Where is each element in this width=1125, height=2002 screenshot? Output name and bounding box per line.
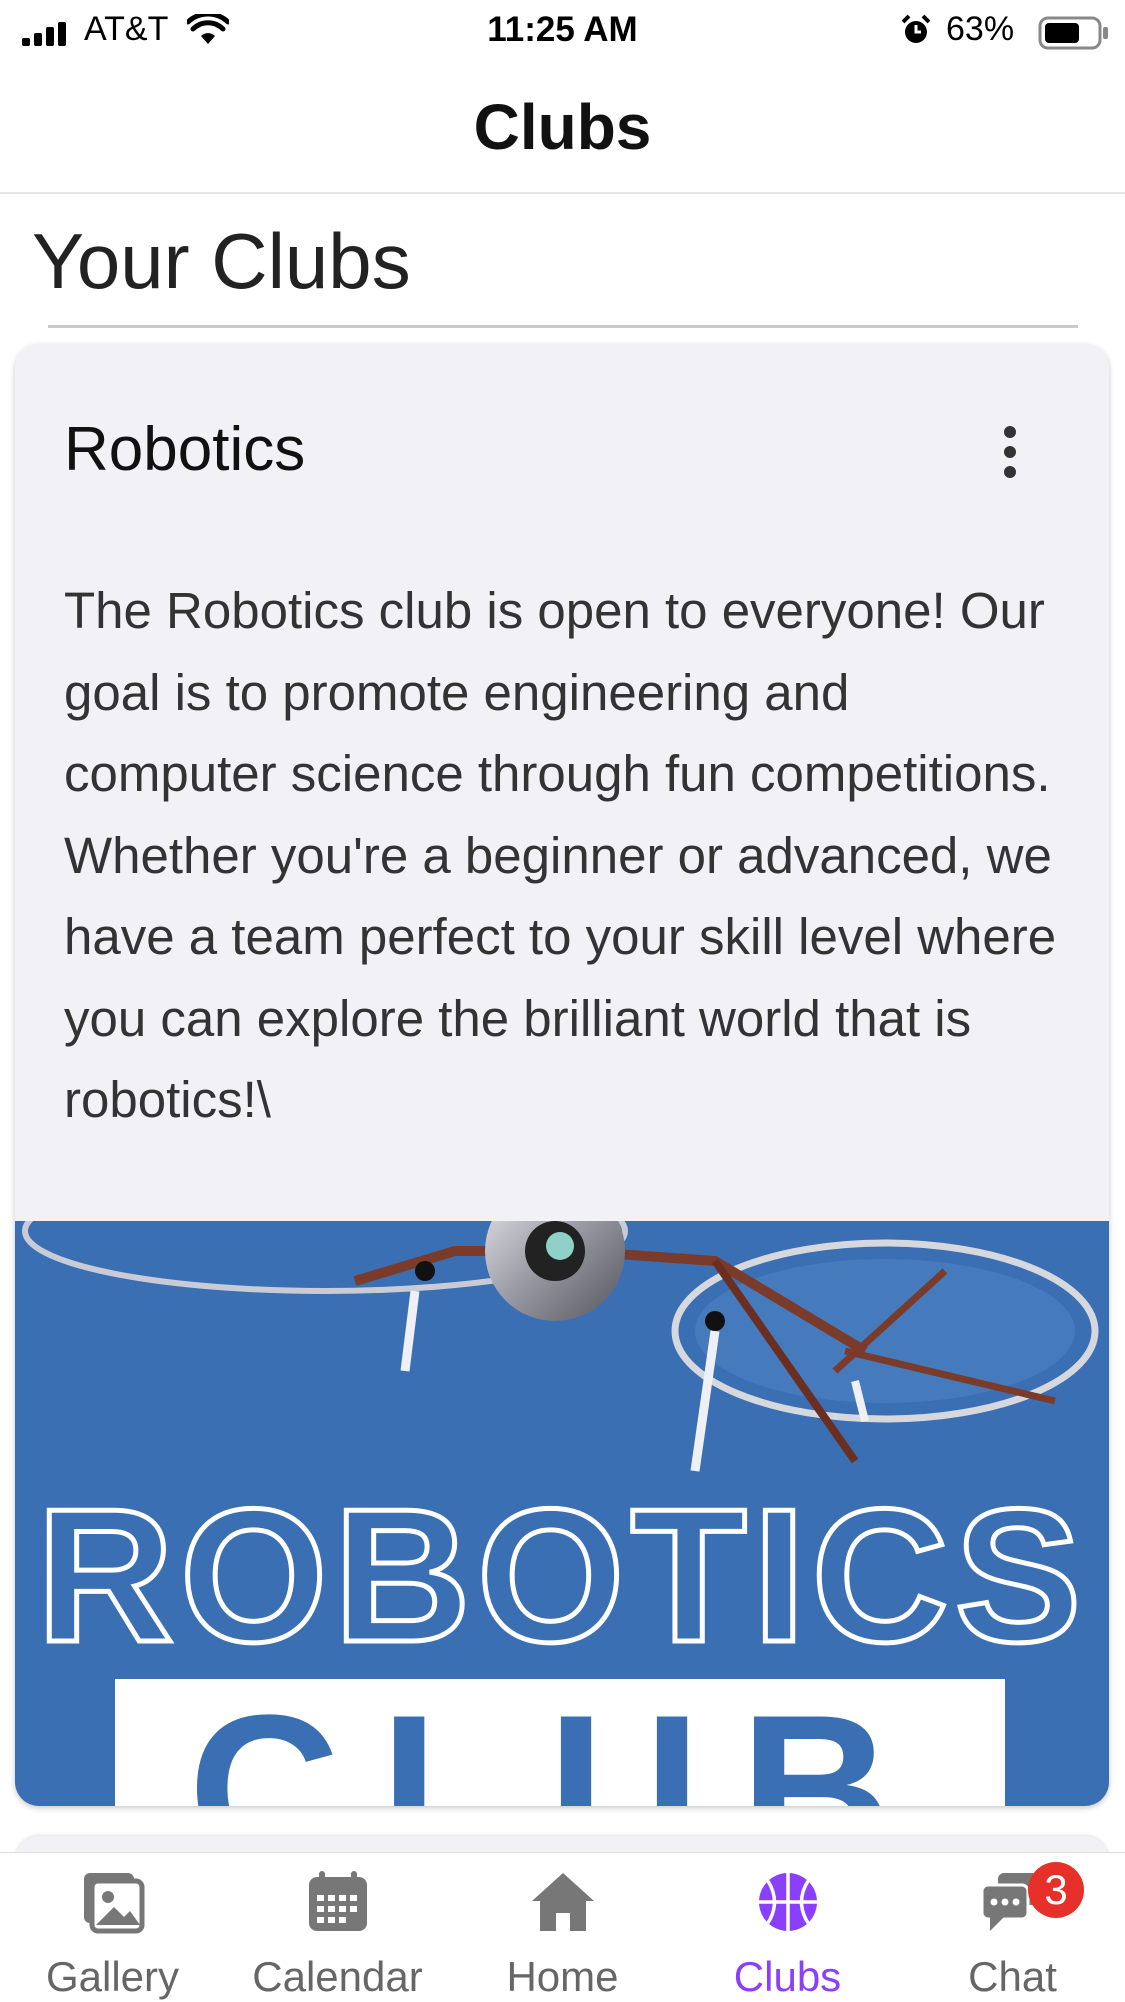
- home-icon: [532, 1873, 594, 1931]
- section-title: Your Clubs: [32, 217, 411, 305]
- battery-icon: [1038, 16, 1108, 50]
- club-banner-image: ROBOTICS CLUB: [15, 1221, 1109, 1806]
- tab-label-clubs: Clubs: [733, 1953, 842, 2000]
- calendar-icon: [309, 1871, 367, 1931]
- tab-bar: Gallery Calendar Home Clubs Chat: [0, 1852, 1125, 2002]
- tab-label-home: Home: [506, 1953, 619, 2000]
- battery-percent: 63%: [946, 10, 1015, 48]
- tab-label-chat: Chat: [968, 1953, 1057, 2000]
- tab-clubs[interactable]: Clubs: [675, 1853, 900, 2002]
- tab-home[interactable]: Home: [450, 1853, 675, 2002]
- banner-subtitle: CLUB: [188, 1671, 931, 1806]
- navigation-header: Clubs: [0, 62, 1125, 194]
- chat-unread-badge: 3: [1028, 1862, 1084, 1918]
- basketball-icon: [759, 1873, 817, 1931]
- tab-calendar[interactable]: Calendar: [225, 1853, 450, 2002]
- alarm-icon: [901, 14, 931, 43]
- tab-label-gallery: Gallery: [45, 1953, 180, 2000]
- banner-title: ROBOTICS: [37, 1470, 1088, 1682]
- gallery-icon: [84, 1873, 145, 1934]
- robotics-banner-artwork: ROBOTICS CLUB: [22, 1221, 1099, 1806]
- club-description: The Robotics club is open to everyone! O…: [64, 582, 1057, 1128]
- tab-label-calendar: Calendar: [252, 1953, 423, 2000]
- club-name: Robotics: [64, 415, 306, 484]
- tab-chat[interactable]: Chat: [900, 1853, 1125, 2002]
- section-divider: [48, 325, 1078, 328]
- more-options-icon[interactable]: [995, 426, 1025, 482]
- status-bar: AT&T 11:25 AM 63%: [0, 0, 1125, 62]
- club-card[interactable]: Robotics The Robotics club is open to ev…: [15, 344, 1109, 1806]
- tab-gallery[interactable]: Gallery: [0, 1853, 225, 2002]
- page-title: Clubs: [473, 91, 652, 163]
